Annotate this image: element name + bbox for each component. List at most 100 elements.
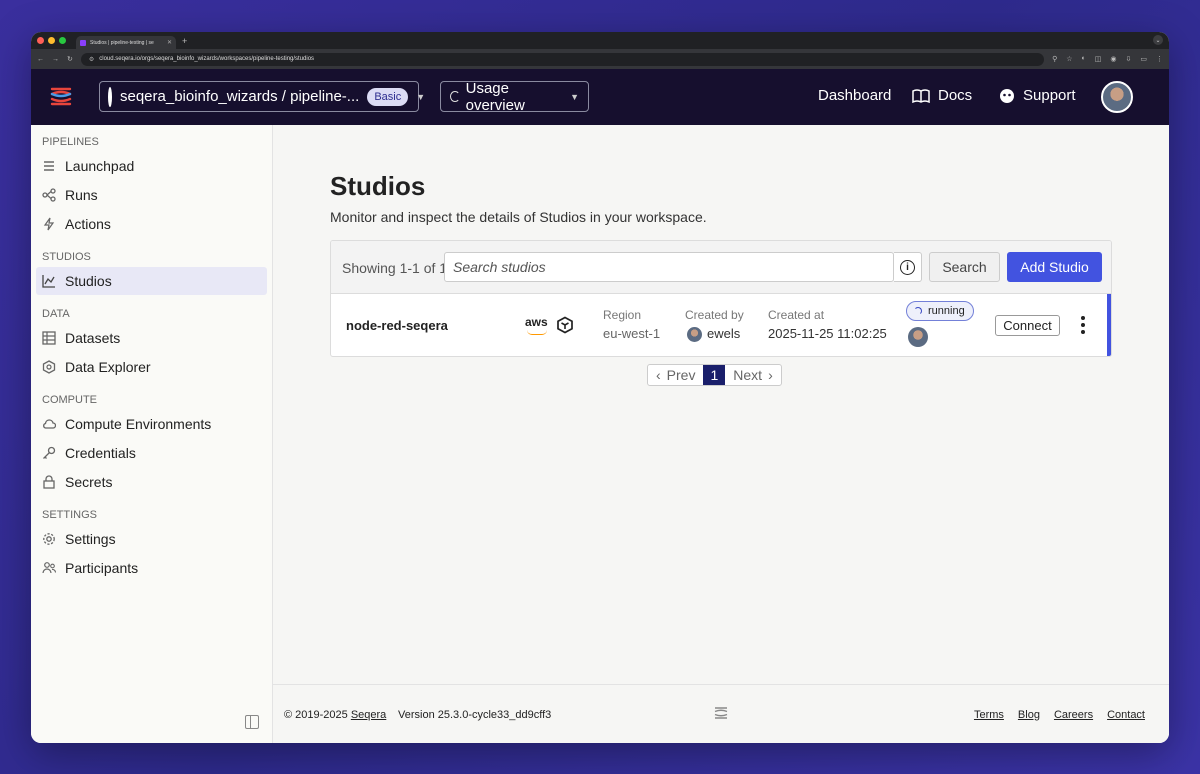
minimize-window-button[interactable] [48, 37, 55, 44]
sidebar-item-datasets[interactable]: Datasets [36, 324, 267, 352]
docs-label: Docs [938, 87, 973, 104]
connect-button[interactable]: Connect [995, 315, 1060, 336]
created-at-value: 2025-11-25 11:02:25 [768, 326, 887, 341]
studio-name[interactable]: node-red-seqera [346, 318, 448, 333]
dashboard-link[interactable]: Dashboard [818, 87, 891, 104]
new-tab-icon[interactable]: + [182, 36, 187, 46]
seqera-logo-icon[interactable] [49, 85, 73, 109]
chevron-left-icon: ‹ [656, 367, 661, 383]
tab-close-icon[interactable]: ✕ [167, 39, 172, 46]
browser-extensions: ⚲ ☆ ◐ ◫ ◉ ⇩ ▭ ⋮ [1052, 55, 1163, 63]
footer-links: Terms Blog Careers Contact [974, 709, 1145, 721]
chart-line-icon [42, 274, 56, 288]
search-button[interactable]: Search [929, 252, 1000, 282]
status-label: running [928, 305, 965, 317]
downloads-icon[interactable]: ⇩ [1126, 55, 1132, 63]
add-studio-button[interactable]: Add Studio [1007, 252, 1102, 282]
terms-link[interactable]: Terms [974, 709, 1004, 721]
blog-link[interactable]: Blog [1018, 709, 1040, 721]
sidebar-item-label: Data Explorer [65, 359, 151, 375]
app-header: seqera_bioinfo_wizards / pipeline-... Ba… [31, 69, 1169, 125]
window-controls [37, 37, 66, 44]
sidebar-section-pipelines: PIPELINES [42, 136, 99, 148]
sidebar-item-settings[interactable]: Settings [36, 525, 267, 553]
collapse-sidebar-icon[interactable] [245, 715, 259, 729]
info-icon: i [900, 259, 915, 275]
sidebar-item-label: Datasets [65, 330, 121, 346]
user-avatar[interactable] [1101, 81, 1133, 113]
status-badge: running [906, 301, 974, 321]
search-info-button[interactable]: i [894, 252, 922, 282]
seqera-link[interactable]: Seqera [351, 709, 386, 721]
tab-favicon-icon [80, 39, 86, 46]
prev-page-button[interactable]: ‹ Prev [648, 365, 703, 385]
gear-icon [42, 532, 56, 546]
sidebar-item-label: Compute Environments [65, 416, 212, 432]
studio-row[interactable]: node-red-seqera aws Region eu-west-1 Cre… [331, 294, 1111, 356]
maximize-window-button[interactable] [59, 37, 66, 44]
back-icon[interactable]: ← [37, 56, 44, 63]
next-label: Next [733, 367, 763, 383]
sidebar-item-studios[interactable]: Studios [36, 267, 267, 295]
created-by-label: Created by [685, 308, 744, 322]
aws-smile-icon [527, 330, 547, 335]
careers-link[interactable]: Careers [1054, 709, 1093, 721]
forward-icon[interactable]: → [52, 56, 59, 63]
browser-toolbar: ← → ↻ ⚙ cloud.seqera.io/orgs/seqera_bioi… [31, 49, 1169, 69]
close-window-button[interactable] [37, 37, 44, 44]
container-icon [557, 316, 573, 334]
sidebar-item-compute-environments[interactable]: Compute Environments [36, 410, 267, 438]
support-link[interactable]: Support [999, 87, 1076, 104]
search-input[interactable]: Search studios [444, 252, 894, 282]
browser-tab[interactable]: Studios | pipeline-testing | se ✕ [76, 36, 176, 49]
browser-menu-icon[interactable]: ⋮ [1156, 55, 1163, 63]
plan-badge: Basic [367, 87, 409, 106]
zoom-icon[interactable]: ⚲ [1052, 55, 1057, 63]
sidebar-section-settings: SETTINGS [42, 509, 98, 521]
cloud-icon [42, 417, 56, 431]
browser-window: Studios | pipeline-testing | se ✕ + ⌄ ← … [31, 32, 1169, 743]
sidebar-item-participants[interactable]: Participants [36, 554, 267, 582]
region-value: eu-west-1 [603, 326, 661, 341]
created-by-name: ewels [707, 326, 741, 341]
current-page[interactable]: 1 [703, 365, 726, 385]
site-info-icon[interactable]: ⚙ [89, 56, 94, 63]
sidebar-section-studios: STUDIOS [42, 251, 91, 263]
aws-icon: aws [525, 315, 548, 329]
more-options-icon[interactable] [1079, 316, 1087, 334]
book-icon [912, 88, 930, 103]
next-page-button[interactable]: Next › [725, 365, 780, 385]
sidebar-item-actions[interactable]: Actions [36, 210, 267, 238]
address-bar[interactable]: ⚙ cloud.seqera.io/orgs/seqera_bioinfo_wi… [80, 52, 1045, 66]
docs-link[interactable]: Docs [912, 87, 972, 104]
sidebar-item-credentials[interactable]: Credentials [36, 439, 267, 467]
region-label: Region [603, 308, 642, 322]
sidebar-item-data-explorer[interactable]: Data Explorer [36, 353, 267, 381]
sidebar-item-runs[interactable]: Runs [36, 181, 267, 209]
sidebar-icon[interactable]: ▭ [1140, 55, 1147, 63]
page-title: Studios [330, 171, 426, 201]
result-count: Showing 1-1 of 1 [342, 260, 448, 276]
bookmark-star-icon[interactable]: ☆ [1066, 55, 1072, 63]
profile-icon[interactable]: ◉ [1110, 55, 1116, 63]
reload-icon[interactable]: ↻ [67, 55, 73, 63]
extension-icon[interactable]: ◐ [1082, 55, 1086, 63]
tab-title: Studios | pipeline-testing | se [90, 39, 154, 46]
sidebar-item-launchpad[interactable]: Launchpad [36, 152, 267, 180]
puzzle-icon[interactable]: ◫ [1095, 55, 1102, 63]
sidebar-item-label: Studios [65, 273, 112, 289]
usage-ring-icon [450, 91, 460, 102]
contact-link[interactable]: Contact [1107, 709, 1145, 721]
spinner-icon [914, 307, 922, 315]
copyright-text: © 2019-2025 [284, 709, 348, 721]
workspace-selector[interactable]: seqera_bioinfo_wizards / pipeline-... Ba… [99, 81, 425, 112]
sidebar-item-label: Participants [65, 560, 139, 576]
lightning-icon [42, 217, 56, 231]
lock-icon [42, 475, 56, 489]
active-user-avatar [908, 327, 928, 347]
studios-toolbar: Showing 1-1 of 1 Search studios i Search… [331, 241, 1111, 294]
sidebar-item-secrets[interactable]: Secrets [36, 468, 267, 496]
chevron-down-icon: ▼ [570, 91, 579, 102]
tab-search-chevron-icon[interactable]: ⌄ [1153, 35, 1163, 45]
usage-overview-dropdown[interactable]: Usage overview ▼ [440, 80, 589, 114]
